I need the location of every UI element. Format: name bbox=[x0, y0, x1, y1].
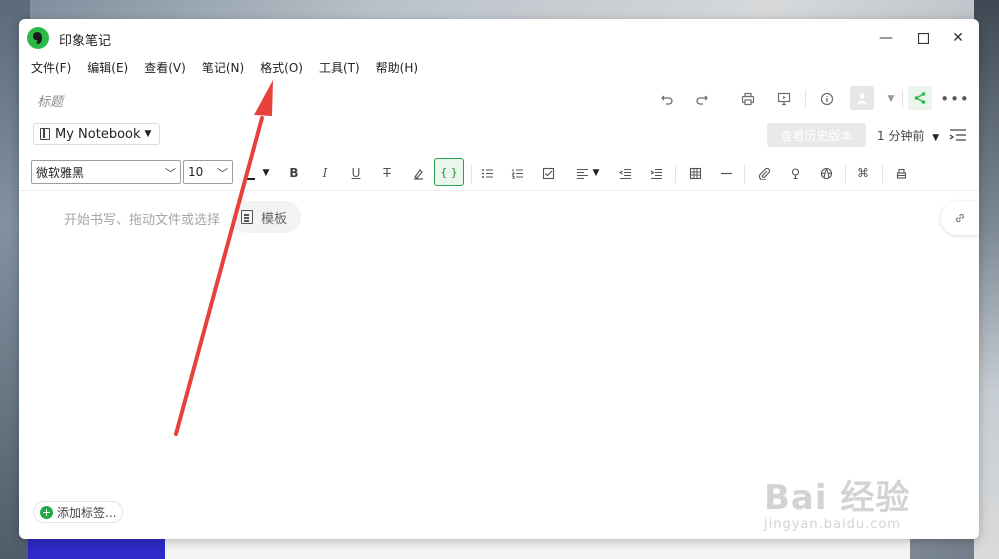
menu-format[interactable]: 格式(O) bbox=[260, 59, 303, 77]
chevron-down-icon: ﹀ bbox=[217, 167, 228, 180]
outdent-icon[interactable] bbox=[614, 162, 636, 184]
notebook-name: My Notebook bbox=[55, 126, 141, 142]
shortcut-icon[interactable]: ⌘ bbox=[852, 162, 874, 184]
link-icon[interactable] bbox=[941, 201, 979, 235]
template-button[interactable]: 模板 bbox=[231, 201, 301, 233]
view-history-button[interactable]: 查看历史版本 bbox=[767, 123, 866, 147]
bold-icon[interactable]: B bbox=[283, 162, 305, 184]
menu-view[interactable]: 查看(V) bbox=[144, 59, 186, 77]
outline-icon[interactable] bbox=[949, 127, 967, 143]
chevron-down-icon: ▼ bbox=[144, 129, 152, 139]
maximize-icon[interactable] bbox=[913, 29, 933, 47]
editor-placeholder[interactable]: 开始书写、拖动文件或选择 bbox=[64, 209, 220, 228]
share-icon[interactable] bbox=[908, 86, 932, 110]
menu-edit[interactable]: 编辑(E) bbox=[87, 59, 128, 77]
add-tag-button[interactable]: + 添加标签... bbox=[33, 501, 124, 523]
align-dropdown-icon[interactable]: ▼ bbox=[589, 162, 603, 184]
menu-file[interactable]: 文件(F) bbox=[31, 59, 71, 77]
font-family-select[interactable]: 微软雅黑 ﹀ bbox=[31, 160, 181, 184]
time-ago-label: 1 分钟前 bbox=[877, 129, 925, 143]
insert-shape-icon[interactable] bbox=[815, 162, 837, 184]
font-size-value: 10 bbox=[188, 165, 204, 179]
numbered-list-icon[interactable] bbox=[506, 162, 528, 184]
clear-format-icon[interactable] bbox=[890, 162, 912, 184]
title-bar: 印象笔记 — ✕ bbox=[19, 19, 979, 57]
template-label: 模板 bbox=[261, 211, 288, 227]
watermark: Bai 经验 jingyan.baidu.com bbox=[764, 470, 910, 532]
underline-icon[interactable]: U bbox=[345, 162, 367, 184]
present-icon[interactable] bbox=[773, 88, 795, 110]
italic-icon[interactable]: I bbox=[314, 162, 336, 184]
chevron-down-icon: ▼ bbox=[932, 133, 940, 143]
menu-note[interactable]: 笔记(N) bbox=[202, 59, 244, 77]
taskbar-fragment bbox=[28, 536, 165, 559]
watermark-main: Bai 经验 bbox=[764, 478, 911, 518]
last-saved-time[interactable]: 1 分钟前 ▼ bbox=[877, 127, 939, 144]
redo-icon[interactable] bbox=[691, 88, 713, 110]
menu-help[interactable]: 帮助(H) bbox=[376, 59, 418, 77]
menu-bar: 文件(F) 编辑(E) 查看(V) 笔记(N) 格式(O) 工具(T) 帮助(H… bbox=[31, 59, 434, 77]
audio-record-icon[interactable] bbox=[784, 162, 806, 184]
window-title: 印象笔记 bbox=[59, 34, 112, 49]
add-tag-label: 添加标签... bbox=[57, 505, 117, 520]
text-color-dropdown-icon[interactable]: ▼ bbox=[259, 162, 273, 184]
background-window-fragment bbox=[165, 536, 910, 559]
highlight-icon[interactable] bbox=[407, 162, 429, 184]
more-icon[interactable]: ••• bbox=[940, 88, 969, 110]
note-title-input[interactable]: 标题 bbox=[37, 91, 63, 110]
attachment-icon[interactable] bbox=[753, 162, 775, 184]
table-icon[interactable] bbox=[684, 162, 706, 184]
print-icon[interactable] bbox=[737, 88, 759, 110]
bullet-list-icon[interactable] bbox=[476, 162, 498, 184]
checklist-icon[interactable] bbox=[537, 162, 559, 184]
template-icon bbox=[241, 210, 253, 224]
info-icon[interactable] bbox=[816, 88, 838, 110]
menu-tools[interactable]: 工具(T) bbox=[319, 59, 360, 77]
chevron-down-icon: ﹀ bbox=[165, 167, 176, 180]
watermark-sub: jingyan.baidu.com bbox=[764, 517, 901, 532]
minimize-icon[interactable]: — bbox=[876, 29, 896, 47]
share-dropdown-icon[interactable]: ▼ bbox=[880, 88, 902, 110]
font-family-value: 微软雅黑 bbox=[36, 165, 85, 180]
close-icon[interactable]: ✕ bbox=[948, 29, 968, 47]
notebook-row: My Notebook ▼ 查看历史版本 1 分钟前 ▼ bbox=[19, 121, 979, 147]
evernote-logo-icon bbox=[27, 27, 49, 49]
plus-icon: + bbox=[40, 505, 53, 519]
font-size-select[interactable]: 10 ﹀ bbox=[183, 160, 233, 184]
note-title-row: 标题 ▼ ••• bbox=[19, 85, 979, 113]
app-window: 印象笔记 — ✕ 文件(F) 编辑(E) 查看(V) 笔记(N) 格式(O) 工… bbox=[19, 19, 979, 539]
format-toolbar: 微软雅黑 ﹀ 10 ﹀ ▼ B I U T { } ▼ ⌘ bbox=[19, 157, 979, 191]
share-user-icon[interactable] bbox=[850, 86, 874, 110]
undo-icon[interactable] bbox=[656, 88, 678, 110]
text-color-icon[interactable] bbox=[243, 162, 257, 184]
strikethrough-icon[interactable]: T bbox=[376, 162, 398, 184]
code-block-icon[interactable]: { } bbox=[434, 158, 464, 186]
divider-icon[interactable] bbox=[715, 162, 737, 184]
notebook-icon bbox=[40, 128, 50, 140]
notebook-selector[interactable]: My Notebook ▼ bbox=[33, 123, 161, 145]
indent-icon[interactable] bbox=[645, 162, 667, 184]
